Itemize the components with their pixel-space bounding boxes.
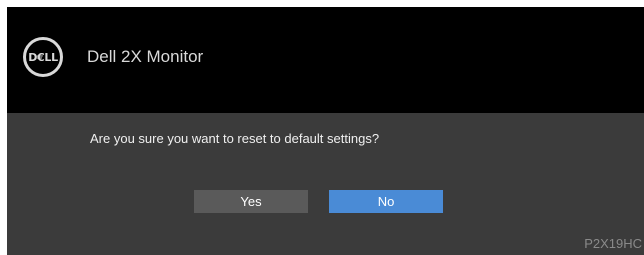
no-button[interactable]: No: [329, 190, 443, 213]
osd-dialog: D€LL Dell 2X Monitor Are you sure you wa…: [7, 7, 644, 255]
osd-header: D€LL Dell 2X Monitor: [7, 7, 644, 113]
yes-button[interactable]: Yes: [194, 190, 308, 213]
monitor-title: Dell 2X Monitor: [87, 47, 204, 66]
logo-text: D€LL: [28, 50, 58, 64]
reset-confirmation-text: Are you sure you want to reset to defaul…: [90, 131, 380, 146]
dell-logo-icon: D€LL: [23, 37, 63, 77]
model-label: P2X19HC: [584, 236, 642, 251]
